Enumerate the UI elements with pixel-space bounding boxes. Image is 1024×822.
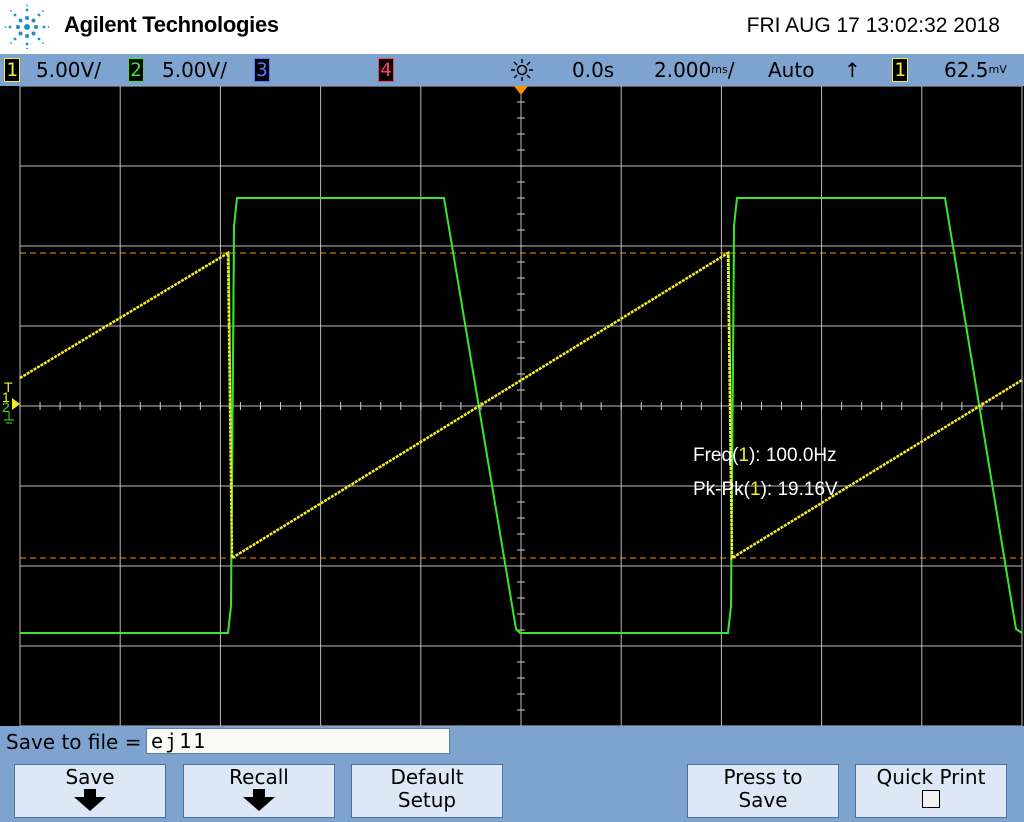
quick-print-checkbox[interactable] (922, 790, 940, 808)
down-arrow-icon (243, 789, 275, 811)
run-control-icon[interactable] (508, 58, 536, 82)
freq-measurement: Freq(1): 100.0Hz (693, 445, 837, 467)
ch1-arrow-marker (12, 398, 20, 410)
ch1-badge[interactable]: 1 (4, 58, 20, 82)
timebase-number: 2.000 (654, 58, 712, 82)
softkey-bar: Save to file = ej11 Save Recall Default … (0, 726, 1024, 822)
default-setup-line1: Default (390, 765, 464, 789)
ch2-scale[interactable]: 5.00V/ (162, 58, 227, 82)
press-to-save-line1: Press to (723, 765, 803, 789)
press-to-save-line2: Save (738, 788, 788, 812)
pkpk-measurement: Pk-Pk(1): 19.16V (693, 479, 838, 501)
recall-softkey-label: Recall (229, 765, 289, 789)
trigger-position-marker (514, 86, 528, 95)
pkpk-channel: 1 (750, 479, 761, 500)
status-bar: 1 5.00V/ 2 5.00V/ 3 4 0.0s 2.000ms/ Auto… (0, 54, 1024, 86)
recall-softkey[interactable]: Recall (183, 764, 335, 818)
timebase-unit: ms (711, 63, 728, 76)
quick-print-label: Quick Print (876, 765, 986, 789)
header: Agilent Technologies FRI AUG 17 13:02:32… (0, 0, 1024, 54)
down-arrow-icon (74, 789, 106, 811)
ch1-scale[interactable]: 5.00V/ (36, 58, 101, 82)
trigger-slope-icon[interactable]: ↑ (844, 58, 861, 82)
freq-value: ): 100.0Hz (748, 445, 837, 466)
freq-channel: 1 (738, 445, 749, 466)
trigger-level-number: 62.5 (944, 58, 989, 82)
freq-label: Freq( (693, 445, 739, 466)
datetime: FRI AUG 17 13:02:32 2018 (746, 14, 1000, 37)
ch4-badge[interactable]: 4 (378, 58, 394, 82)
trigger-mode[interactable]: Auto (768, 58, 814, 82)
timebase-value[interactable]: 2.000ms/ (654, 58, 734, 82)
pkpk-label: Pk-Pk( (693, 479, 750, 500)
save-softkey[interactable]: Save (14, 764, 166, 818)
press-to-save-softkey[interactable]: Press to Save (687, 764, 839, 818)
delay-value[interactable]: 0.0s (572, 58, 614, 82)
default-setup-softkey[interactable]: Default Setup (351, 764, 503, 818)
waveform-graticule: T12 (2, 86, 1023, 726)
trigger-source-badge[interactable]: 1 (892, 58, 908, 82)
trigger-level[interactable]: 62.5mV (944, 58, 1007, 82)
trigger-level-unit: mV (988, 63, 1007, 76)
save-to-file-label: Save to file = (6, 730, 142, 754)
agilent-spark-logo-icon (4, 4, 50, 50)
filename-field[interactable]: ej11 (146, 728, 450, 754)
timebase-suffix: / (727, 58, 735, 82)
default-setup-line2: Setup (397, 788, 457, 812)
brand-name: Agilent Technologies (64, 12, 279, 37)
waveform-display[interactable]: T12 Freq(1): 100.0Hz Pk-Pk(1): 19.16V (0, 86, 1024, 726)
pkpk-value: ): 19.16V (760, 479, 838, 500)
save-softkey-label: Save (65, 765, 115, 789)
ch3-badge[interactable]: 3 (254, 58, 270, 82)
ch2-badge[interactable]: 2 (128, 58, 144, 82)
quick-print-softkey[interactable]: Quick Print (855, 764, 1007, 818)
